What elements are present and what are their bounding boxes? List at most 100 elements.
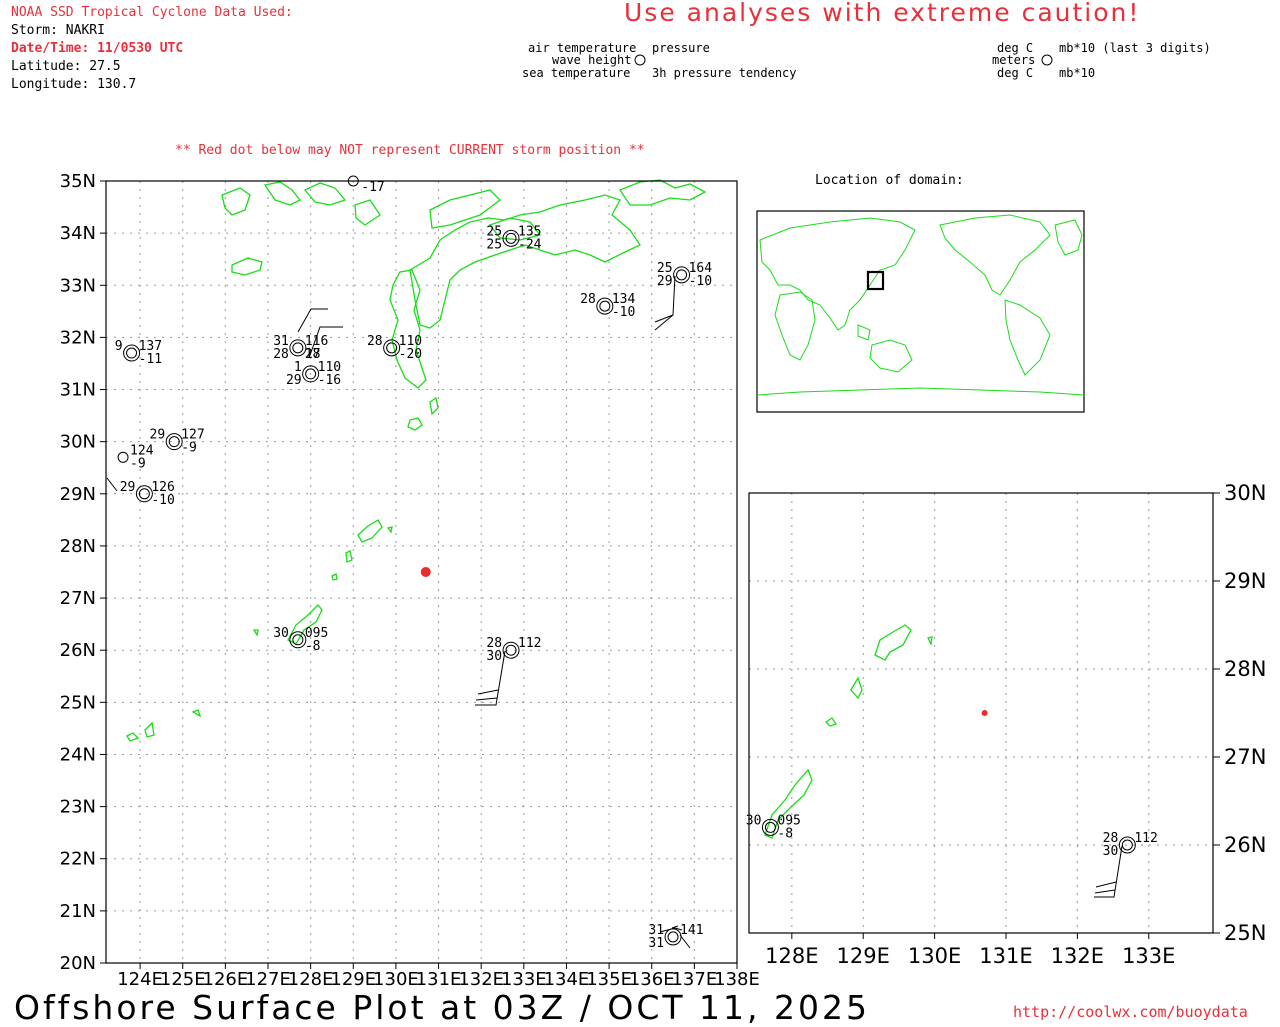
zoom-lat-labels: 30N 29N 28N 27N 26N 25N xyxy=(1224,481,1266,945)
lon-tick-label: 126E xyxy=(203,969,249,990)
lat-tick-label: 30N xyxy=(60,432,96,453)
world-inset-frame xyxy=(756,210,1085,413)
station-circle xyxy=(386,342,398,354)
station-plot[interactable]: 1 11029 -16 xyxy=(286,360,341,388)
station-plot[interactable]: 28 134-10 xyxy=(580,292,635,320)
station-plot[interactable]: 124-9 xyxy=(117,443,154,471)
lat-tick-label: 30N xyxy=(1224,481,1266,505)
station-circle xyxy=(126,347,138,359)
wind-barbs xyxy=(106,275,691,949)
zoom-grid xyxy=(749,492,1220,939)
station-value: 30 xyxy=(486,649,502,664)
station-value: -10 xyxy=(612,305,635,320)
station-wave-ring xyxy=(596,297,614,315)
zoom-map: 30 095-8 28 11230 30N29N28N27N26N25N 128E 12… xyxy=(746,481,1267,968)
lon-tick-label: 130E xyxy=(373,969,419,990)
legend-station-circle xyxy=(634,54,646,66)
station-circle xyxy=(676,269,688,281)
station-plot[interactable]: 29 127-9 xyxy=(150,428,205,456)
lat-tick-label: 20N xyxy=(60,953,96,974)
station-plot[interactable]: 28 11230 xyxy=(1103,831,1158,859)
station-value: 28 xyxy=(273,347,289,362)
legend-unit-circle xyxy=(1041,54,1053,66)
station-wave-ring xyxy=(673,266,691,284)
station-circle xyxy=(1121,839,1133,851)
station-value: -24 xyxy=(518,237,542,252)
lon-tick-label: 133E xyxy=(501,969,547,990)
map-canvas: -1725 13525 -2425 16429 -1028 134-1028 110-203… xyxy=(60,54,1267,990)
zoom-storm-dot xyxy=(981,710,988,716)
lon-tick-label: 124E xyxy=(117,969,163,990)
station-value: 29 xyxy=(286,373,302,388)
lat-tick-label: 23N xyxy=(60,797,96,818)
zoom-observations: 30 095-8 28 11230 xyxy=(746,813,1158,859)
lon-tick-label: 130E xyxy=(908,944,961,968)
lat-tick-label: 27N xyxy=(60,588,96,609)
main-coastline xyxy=(126,179,707,742)
station-value: 28 xyxy=(367,334,383,349)
station-value: 112 xyxy=(1134,831,1157,846)
station-value: -10 xyxy=(151,493,174,508)
lon-tick-label: 129E xyxy=(837,944,890,968)
station-wave-ring xyxy=(383,339,401,357)
lat-tick-label: 22N xyxy=(60,849,96,870)
lat-tick-label: 35N xyxy=(60,171,96,192)
station-circle xyxy=(764,821,776,833)
station-value: 9 xyxy=(115,339,123,354)
station-plot[interactable]: 30 095-8 xyxy=(273,626,328,654)
station-wave-ring xyxy=(123,344,141,362)
world-inset xyxy=(756,210,1085,413)
lon-tick-label: 128E xyxy=(765,944,818,968)
station-value: -8 xyxy=(777,826,793,841)
lat-tick-label: 24N xyxy=(60,744,96,765)
main-lat-labels: 35N 34N 33N 32N 31N 30N 29N 28N 27N 26N 25N 24N 23N 2… xyxy=(60,171,96,974)
lat-tick-label: 26N xyxy=(60,640,96,661)
station-value: -11 xyxy=(139,352,162,367)
station-circle xyxy=(292,342,304,354)
lat-tick-label: 25N xyxy=(1224,921,1266,945)
lon-tick-label: 135E xyxy=(586,969,632,990)
lat-tick-label: 28N xyxy=(1224,657,1266,681)
lon-tick-label: 129E xyxy=(330,969,376,990)
station-circle xyxy=(117,451,129,463)
station-value: 30 xyxy=(1103,844,1119,859)
station-plot[interactable]: 28 11230 xyxy=(486,636,541,664)
lat-tick-label: 32N xyxy=(60,327,96,348)
main-map: -1725 13525 -2425 16429 -1028 134-1028 110-203… xyxy=(60,171,760,990)
lon-tick-label: 134E xyxy=(544,969,590,990)
station-plot[interactable]: 25 16429 -10 xyxy=(657,261,712,289)
lon-tick-label: 127E xyxy=(245,969,291,990)
station-plot[interactable]: 31 11628 2817 xyxy=(273,334,328,362)
station-value: -9 xyxy=(130,456,146,471)
station-plot[interactable]: 9 137-11 xyxy=(115,339,162,367)
zoom-lon-labels: 128E 129E 130E 131E 132E 133E xyxy=(765,944,1175,968)
station-wave-ring xyxy=(289,339,307,357)
source-url-link[interactable]: http://coolwx.com/buoydata xyxy=(1013,1003,1248,1021)
lat-tick-label: 26N xyxy=(1224,833,1266,857)
station-value: 29 xyxy=(150,428,166,443)
station-wave-ring xyxy=(502,641,520,659)
station-plot[interactable]: 30 095-8 xyxy=(746,813,801,841)
station-plot[interactable]: -17 xyxy=(347,175,385,195)
station-value: -16 xyxy=(318,373,341,388)
station-value: -8 xyxy=(305,639,321,654)
station-value: -10 xyxy=(689,274,712,289)
lon-tick-label: 136E xyxy=(629,969,675,990)
lon-tick-label: 132E xyxy=(458,969,504,990)
lat-tick-label: 29N xyxy=(1224,569,1266,593)
station-value: -9 xyxy=(181,441,197,456)
lat-tick-label: 25N xyxy=(60,692,96,713)
station-value: 29 xyxy=(657,274,673,289)
main-lon-labels: 124E125E126E127E128E129E130E131E132E133E… xyxy=(117,969,760,990)
lon-tick-label: 131E xyxy=(416,969,462,990)
station-value: 30 xyxy=(746,813,762,828)
lon-tick-label: 138E xyxy=(714,969,760,990)
lon-tick-label: 131E xyxy=(979,944,1032,968)
lon-tick-label: 128E xyxy=(288,969,334,990)
lon-tick-label: 133E xyxy=(1122,944,1175,968)
storm-position-dot xyxy=(420,567,431,577)
station-circle xyxy=(667,931,679,943)
station-value: -17 xyxy=(361,180,384,195)
station-value: -20 xyxy=(399,347,422,362)
station-value: 29 xyxy=(120,480,136,495)
